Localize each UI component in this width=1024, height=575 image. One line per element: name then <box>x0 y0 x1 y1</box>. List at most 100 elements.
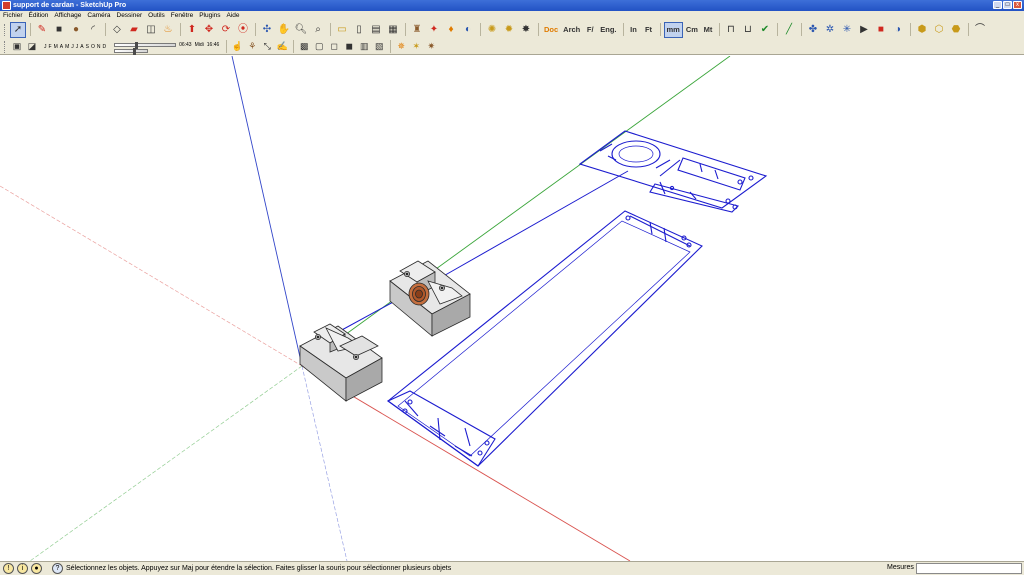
select-tool-icon[interactable]: ➚ <box>10 21 26 38</box>
tape-measure-icon[interactable]: ◫ <box>143 22 159 38</box>
shadow-settings-icon[interactable]: ▣ <box>10 40 24 54</box>
check-icon[interactable]: ✔ <box>757 22 773 38</box>
scale-tool-icon[interactable]: ⤡ <box>260 40 274 54</box>
front-view-icon[interactable]: ◻ <box>327 40 341 54</box>
pan-tool-icon[interactable]: ✋ <box>276 22 292 38</box>
solid-trim-icon[interactable]: ✸ <box>518 22 534 38</box>
hand-select-icon[interactable]: ☝ <box>230 40 244 54</box>
box-view-icon[interactable]: ⬢ <box>914 22 930 38</box>
shadow-toggle-icon[interactable]: ◪ <box>25 40 39 54</box>
play-icon[interactable]: ▶ <box>856 22 872 38</box>
circle-tool-icon[interactable]: ● <box>68 22 84 38</box>
previous-view-icon[interactable]: ▭ <box>334 22 350 38</box>
menu-fenetre[interactable]: Fenêtre <box>171 12 193 19</box>
pencil-tool-icon[interactable]: ✎ <box>34 22 50 38</box>
eraser-tool-icon[interactable]: ▰ <box>126 22 142 38</box>
menu-outils[interactable]: Outils <box>148 12 165 19</box>
text-tool-icon[interactable]: ✍ <box>275 40 289 54</box>
drawing-viewport[interactable] <box>0 56 1024 561</box>
month-label: N <box>96 43 101 50</box>
iso-view-icon[interactable]: ▩ <box>297 40 311 54</box>
maximize-button[interactable]: □ <box>1003 1 1012 9</box>
menu-dessiner[interactable]: Dessiner <box>117 12 143 19</box>
zoom-extents-icon[interactable]: ⌕ <box>310 22 326 38</box>
month-label: J <box>75 43 79 50</box>
menu-plugins[interactable]: Plugins <box>199 12 220 19</box>
solid-union-icon[interactable]: ✺ <box>484 22 500 38</box>
right-view-icon[interactable]: ◼ <box>342 40 356 54</box>
units-arch-button[interactable]: Arch <box>561 22 582 38</box>
components-icon[interactable]: ♦ <box>443 22 459 38</box>
toolbar-separator <box>800 23 802 36</box>
section-plane-icon[interactable]: ▤ <box>368 22 384 38</box>
box-closed-icon[interactable]: ⬣ <box>948 22 964 38</box>
bearing-block-back[interactable] <box>389 260 471 337</box>
units-mm-button[interactable]: mm <box>663 21 683 38</box>
curve-tool-icon[interactable]: ⌒ <box>972 22 988 38</box>
sandbox-grid-icon[interactable]: ✶ <box>409 40 423 54</box>
axis-reset-icon[interactable]: ✳ <box>839 22 855 38</box>
model-canvas[interactable] <box>0 56 1024 561</box>
offset-tool-icon[interactable]: ⦿ <box>235 22 251 38</box>
make-component-icon[interactable]: ◇ <box>109 22 125 38</box>
share-model-icon[interactable]: ✦ <box>426 22 442 38</box>
stop-icon[interactable]: ■ <box>873 22 889 38</box>
bearing-block-front[interactable] <box>299 323 383 402</box>
toolbar-separator <box>659 23 661 36</box>
next-view-icon[interactable]: ▯ <box>351 22 367 38</box>
user-icon[interactable]: ● <box>31 563 42 574</box>
top-view-icon[interactable]: ▢ <box>312 40 326 54</box>
3d-warehouse-icon[interactable]: ♜ <box>409 22 425 38</box>
geo-location-icon[interactable]: ! <box>3 563 14 574</box>
menu-camera[interactable]: Caméra <box>87 12 110 19</box>
slider-thumb[interactable] <box>132 47 136 55</box>
close-button[interactable]: x <box>1013 1 1022 9</box>
green-axis-dashed <box>29 365 303 561</box>
dimension-vertical-icon[interactable]: ⊔ <box>740 22 756 38</box>
month-label: A <box>59 43 64 50</box>
minimize-button[interactable]: _ <box>993 1 1002 9</box>
units-mt-button[interactable]: Mt <box>701 22 715 38</box>
solid-subtract-icon[interactable]: ✹ <box>501 22 517 38</box>
animation-icon[interactable]: ◑ <box>890 22 906 38</box>
axis-xyz-icon[interactable]: ✲ <box>822 22 838 38</box>
rectangle-tool-icon[interactable]: ■ <box>51 22 67 38</box>
units-inch-button[interactable]: In <box>627 22 641 38</box>
help-icon[interactable]: ? <box>52 563 63 574</box>
units-feet-button[interactable]: Ft <box>642 22 656 38</box>
box-open-icon[interactable]: ⬡ <box>931 22 947 38</box>
units-eng-button[interactable]: Eng. <box>598 22 618 38</box>
orbit-tool-icon[interactable]: ✣ <box>259 22 275 38</box>
sandbox-icon[interactable]: ✵ <box>394 40 408 54</box>
left-view-icon[interactable]: ▧ <box>372 40 386 54</box>
follow-me-icon[interactable]: ⚘ <box>245 40 259 54</box>
units-fraction-button[interactable]: F/ <box>583 22 597 38</box>
units-cm-button[interactable]: Cm <box>684 22 700 38</box>
axis-xy-icon[interactable]: ✤ <box>805 22 821 38</box>
blueprint-top-plate <box>578 130 768 213</box>
menu-affichage[interactable]: Affichage <box>54 12 81 19</box>
arc-tool-icon[interactable]: ◜ <box>85 22 101 38</box>
menu-fichier[interactable]: Fichier <box>3 12 23 19</box>
move-tool-icon[interactable]: ✥ <box>201 22 217 38</box>
menu-aide[interactable]: Aide <box>227 12 240 19</box>
back-view-icon[interactable]: ▥ <box>357 40 371 54</box>
toolbar-grip[interactable] <box>4 23 7 36</box>
line-tool-icon[interactable]: ╱ <box>781 22 797 38</box>
layers-icon[interactable]: ▦ <box>385 22 401 38</box>
toolbar-grip[interactable] <box>4 40 7 53</box>
shadow-month-slider[interactable] <box>114 41 177 49</box>
measurements-input[interactable] <box>916 563 1022 574</box>
menu-edition[interactable]: Édition <box>29 12 49 19</box>
units-doc-button[interactable]: Doc <box>542 22 560 38</box>
credits-icon[interactable]: i <box>17 563 28 574</box>
shadow-time-slider[interactable] <box>114 47 149 55</box>
photo-textures-icon[interactable]: ◐ <box>460 22 476 38</box>
dimension-horizontal-icon[interactable]: ⊓ <box>723 22 739 38</box>
sandbox-smoove-icon[interactable]: ✷ <box>424 40 438 54</box>
paint-bucket-icon[interactable]: ♨ <box>160 22 176 38</box>
push-pull-icon[interactable]: ⬆ <box>184 22 200 38</box>
rotate-tool-icon[interactable]: ⟳ <box>218 22 234 38</box>
zoom-tool-icon[interactable]: 🔍︎ <box>293 22 309 38</box>
window-title: support de cardan - SketchUp Pro <box>13 2 127 9</box>
